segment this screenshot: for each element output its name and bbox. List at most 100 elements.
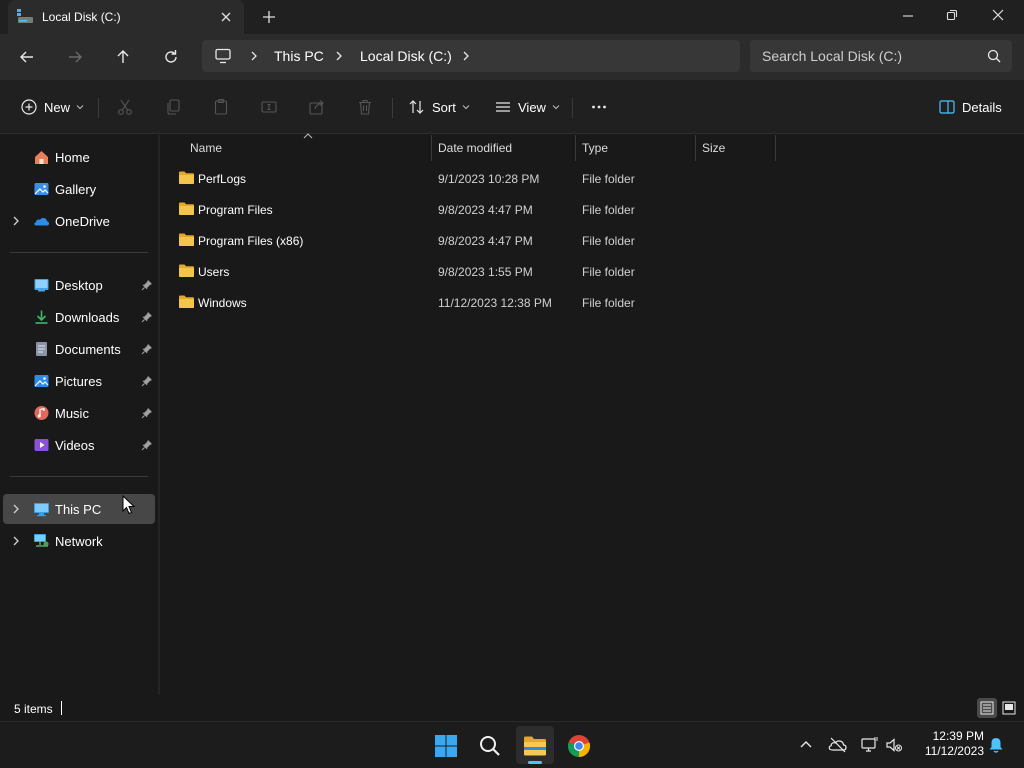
toolbar-divider [392,98,393,118]
sidebar-item-desktop[interactable]: Desktop [3,270,155,300]
column-header-size[interactable]: Size [696,135,776,161]
rename-icon [261,101,277,113]
show-hidden-icons-button[interactable] [796,735,816,755]
breadcrumb-local-disk[interactable]: Local Disk (C:) [360,48,452,64]
add-circle-icon [21,99,37,115]
pin-icon[interactable] [141,279,153,291]
tab-local-disk[interactable]: Local Disk (C:) [8,0,244,34]
chevron-down-icon [76,105,84,110]
trash-icon [359,99,371,115]
document-icon [33,341,50,357]
pin-icon[interactable] [141,343,153,355]
back-arrow-icon [20,51,33,63]
column-header-date-modified[interactable]: Date modified [432,135,576,161]
table-row[interactable]: Program Files (x86) 9/8/2023 4:47 PM Fil… [170,226,940,256]
chevron-right-icon[interactable] [460,49,472,63]
minimize-button[interactable] [888,4,928,28]
details-pane-icon [939,100,955,114]
onedrive-tray-icon[interactable] [828,735,848,755]
notifications-button[interactable] [986,735,1006,755]
refresh-button[interactable] [157,44,185,70]
pin-icon[interactable] [141,439,153,451]
copy-icon [167,99,180,115]
file-name: Windows [198,296,247,310]
back-button[interactable] [13,44,41,70]
active-app-indicator [528,761,542,764]
search-icon [480,736,500,756]
close-window-button[interactable] [978,4,1018,28]
pin-icon[interactable] [141,311,153,323]
chevron-right-icon[interactable] [11,535,21,547]
sidebar-item-gallery[interactable]: Gallery [3,174,155,204]
paste-button[interactable] [212,92,230,122]
start-button[interactable] [427,726,465,764]
bell-icon [989,738,1003,753]
file-date: 9/8/2023 1:55 PM [438,265,533,279]
rename-button[interactable] [260,92,278,122]
new-button[interactable]: New [20,92,84,122]
minimize-icon [903,15,913,17]
sidebar-item-network[interactable]: Network [3,526,155,556]
file-date: 11/12/2023 12:38 PM [438,296,552,310]
address-bar[interactable]: This PC Local Disk (C:) [202,40,740,72]
refresh-icon [165,50,177,63]
table-row[interactable]: Windows 11/12/2023 12:38 PM File folder [170,288,940,318]
table-row[interactable]: PerfLogs 9/1/2023 10:28 PM File folder [170,164,940,194]
pin-icon[interactable] [141,407,153,419]
cut-button[interactable] [116,92,134,122]
sidebar-item-documents[interactable]: Documents [3,334,155,364]
toolbar-divider [572,98,573,118]
up-button[interactable] [109,44,137,70]
sort-button[interactable]: Sort [408,92,470,122]
address-row: This PC Local Disk (C:) [0,34,1024,80]
restore-button[interactable] [932,4,972,28]
sidebar-divider [10,252,148,253]
folder-icon [178,201,195,216]
details-view-toggle[interactable] [977,698,997,718]
new-tab-plus-icon[interactable] [260,8,278,26]
taskbar-chrome[interactable] [560,726,598,764]
column-header-type[interactable]: Type [576,135,696,161]
clock[interactable]: 12:39 PM 11/12/2023 [910,729,984,759]
toolbar-divider [98,98,99,118]
view-button[interactable]: View [494,92,560,122]
forward-button[interactable] [61,44,89,70]
close-tab-icon[interactable] [218,9,234,25]
sidebar-item-home[interactable]: Home [3,142,155,172]
chevron-right-icon[interactable] [11,215,21,227]
share-button[interactable] [308,92,326,122]
sidebar-item-music[interactable]: Music [3,398,155,428]
column-divider[interactable] [775,135,776,161]
search-icon[interactable] [986,48,1002,64]
more-options-button[interactable] [590,92,608,122]
copy-button[interactable] [164,92,182,122]
table-row[interactable]: Users 9/8/2023 1:55 PM File folder [170,257,940,287]
file-name: Program Files (x86) [198,234,304,248]
sidebar-item-label: Pictures [55,374,102,389]
sidebar-item-videos[interactable]: Videos [3,430,155,460]
tiles-view-toggle[interactable] [999,698,1019,718]
details-pane-button[interactable]: Details [938,92,1002,122]
chevron-right-icon[interactable] [333,49,345,63]
download-icon [33,309,50,325]
pin-icon[interactable] [141,375,153,387]
table-row[interactable]: Program Files 9/8/2023 4:47 PM File fold… [170,195,940,225]
sidebar-item-label: Videos [55,438,95,453]
taskbar-file-explorer[interactable] [516,726,554,764]
chevron-right-icon[interactable] [248,49,260,63]
sidebar-item-pictures[interactable]: Pictures [3,366,155,396]
column-header-name[interactable]: Name [184,135,432,161]
network-wired-icon [861,737,878,752]
sidebar-item-downloads[interactable]: Downloads [3,302,155,332]
network-tray-icon[interactable] [860,735,880,755]
sidebar-item-onedrive[interactable]: OneDrive [3,206,155,236]
delete-button[interactable] [356,92,374,122]
search-box[interactable] [750,40,1012,72]
search-input[interactable] [762,47,982,65]
file-type: File folder [582,234,635,248]
breadcrumb-this-pc[interactable]: This PC [274,48,324,64]
taskbar-search-button[interactable] [471,726,509,764]
desktop-icon [33,277,50,293]
chevron-right-icon[interactable] [11,503,21,515]
volume-tray-icon[interactable] [884,735,904,755]
